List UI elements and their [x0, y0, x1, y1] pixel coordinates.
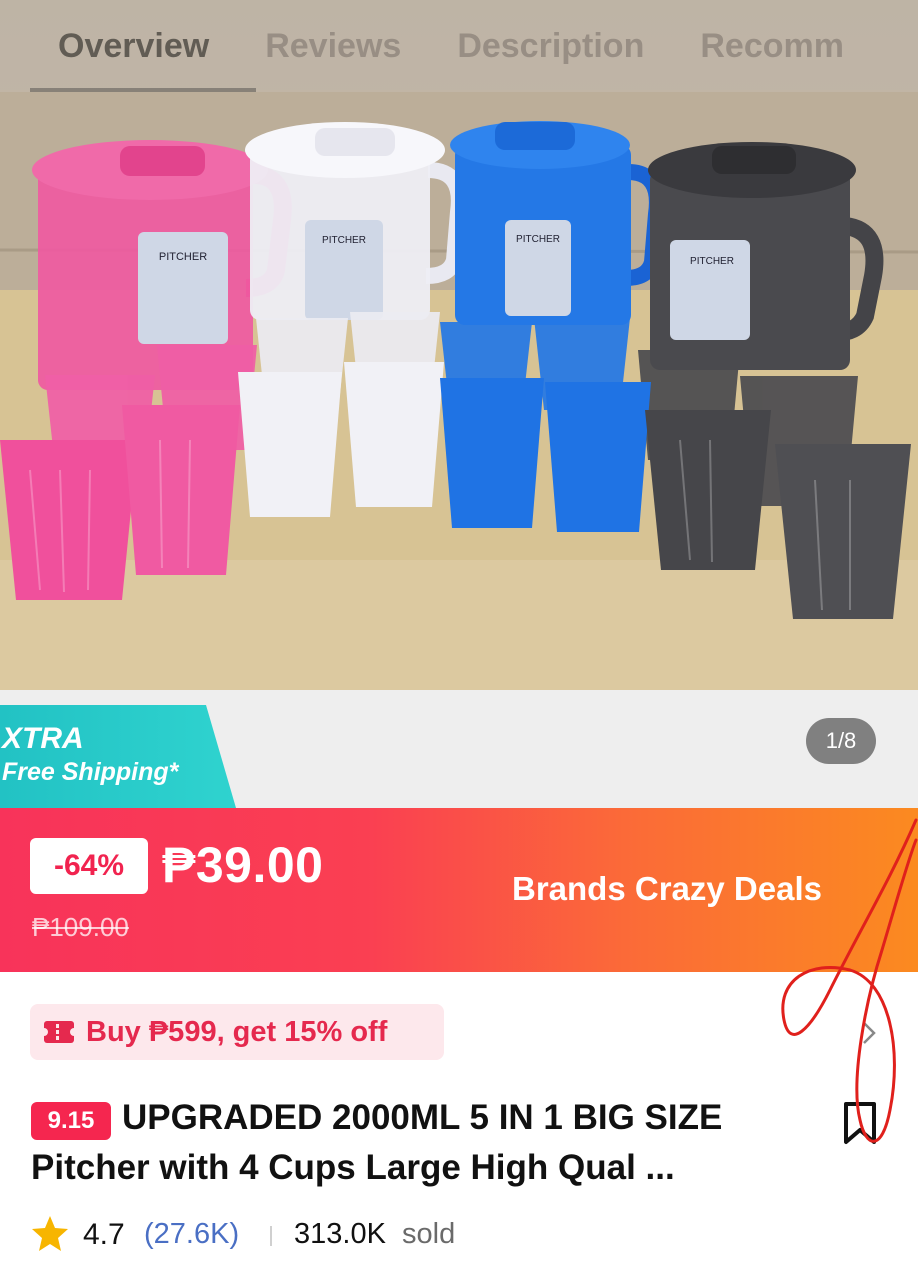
sold-label: sold: [402, 1218, 456, 1250]
shop-voucher[interactable]: Buy ₱599, get 15% off: [30, 1004, 444, 1060]
xtra-shipping-badge: [0, 705, 236, 808]
bookmark-icon[interactable]: [840, 1100, 880, 1146]
sold-count: 313.0K: [294, 1218, 386, 1250]
svg-text:PITCHER: PITCHER: [159, 251, 207, 263]
chevron-right-icon[interactable]: [856, 1018, 882, 1048]
grey-pitcher: PITCHER: [648, 142, 884, 370]
rating-score: 4.7: [83, 1218, 125, 1251]
original-price: ₱109.00: [32, 912, 129, 942]
discount-badge: -64%: [30, 838, 148, 894]
white-pitcher: PITCHER: [245, 122, 467, 320]
review-count[interactable]: (27.6K): [144, 1218, 239, 1251]
svg-text:PITCHER: PITCHER: [322, 235, 366, 246]
current-price: ₱39.00: [162, 837, 324, 893]
tab-description[interactable]: Description: [457, 27, 644, 66]
product-title-line2: Pitcher with 4 Cups Large High Qual ...: [31, 1148, 675, 1187]
product-image[interactable]: PITCHER PITCHER PITCHER PITCHER Overview…: [0, 0, 918, 690]
product-photo: PITCHER PITCHER PITCHER PITCHER: [0, 90, 918, 690]
campaign-date-badge: 9.15: [31, 1102, 111, 1140]
section-tabs: Overview Reviews Description Recomm: [0, 0, 918, 92]
blue-pitcher: PITCHER: [450, 121, 665, 325]
voucher-text: Buy ₱599, get 15% off: [86, 1015, 388, 1048]
image-counter: 1/8: [806, 718, 876, 764]
campaign-label: Brands Crazy Deals: [512, 870, 822, 907]
divider: [270, 1226, 272, 1246]
tab-reviews[interactable]: Reviews: [265, 27, 401, 66]
free-shipping-label: Free Shipping*: [2, 758, 179, 786]
tab-recommended[interactable]: Recomm: [700, 27, 844, 66]
product-title-line1: UPGRADED 2000ML 5 IN 1 BIG SIZE: [122, 1098, 723, 1137]
voucher-icon: [42, 1021, 76, 1043]
star-icon: [32, 1216, 68, 1251]
svg-text:PITCHER: PITCHER: [516, 234, 560, 245]
xtra-title: XTRA: [2, 722, 84, 755]
active-tab-indicator: [30, 88, 256, 92]
tab-overview[interactable]: Overview: [58, 27, 209, 66]
svg-text:PITCHER: PITCHER: [690, 256, 734, 267]
